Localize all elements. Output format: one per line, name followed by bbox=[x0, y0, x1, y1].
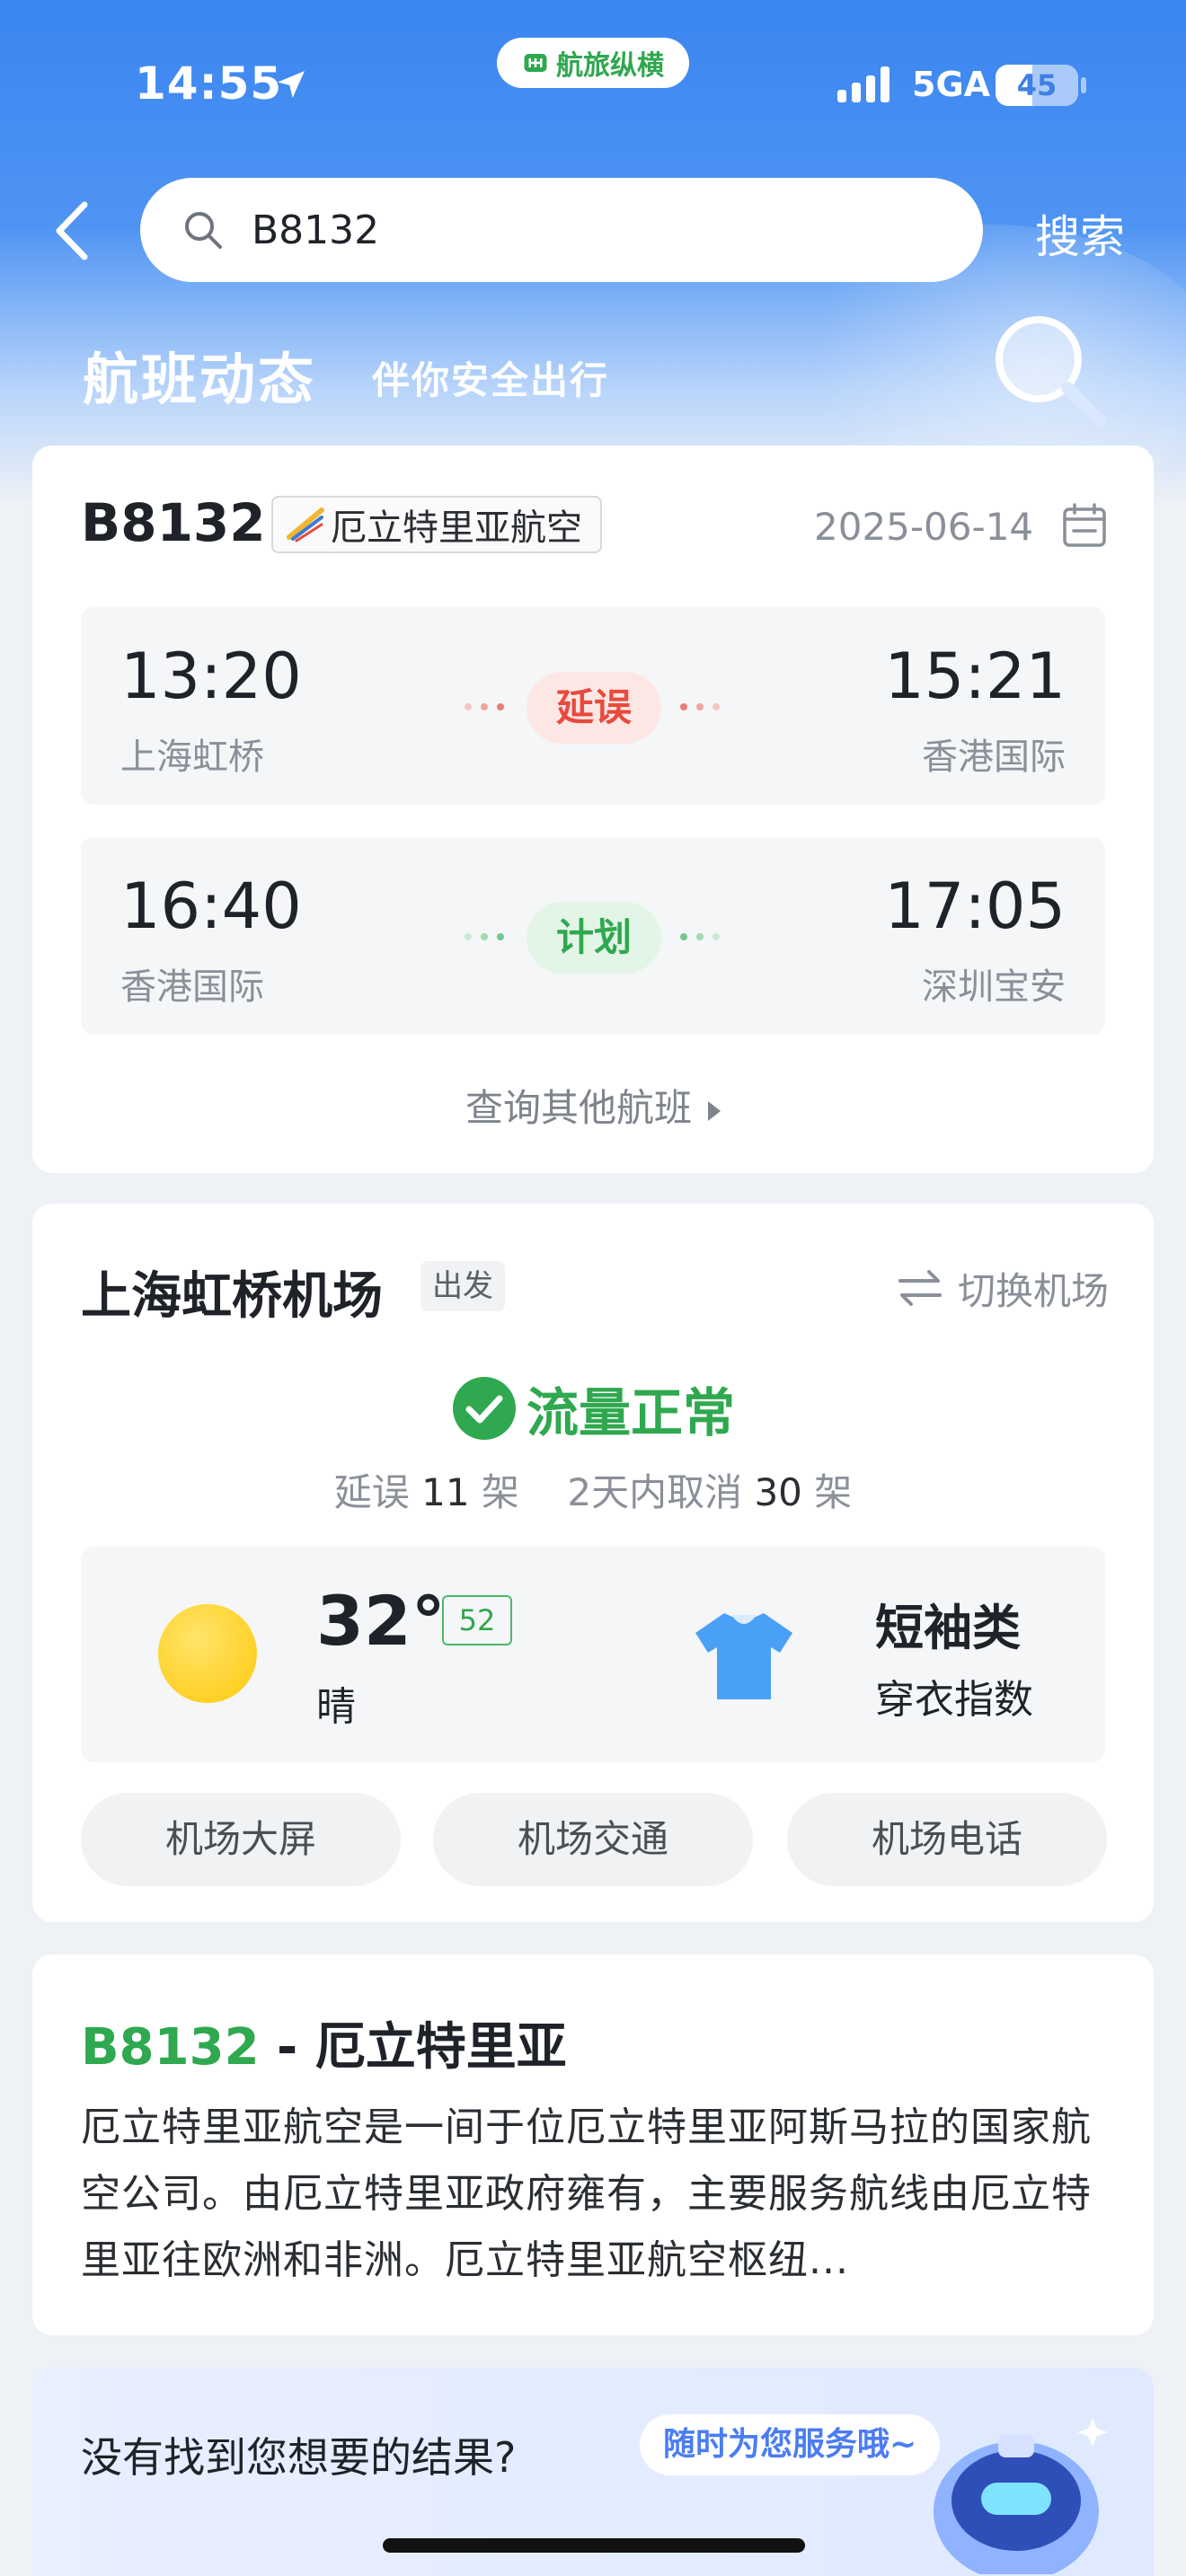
flight-segment[interactable]: 13:20 上海虹桥 延误 15:21 香港国际 bbox=[81, 607, 1105, 805]
arrival-time: 15:21 bbox=[884, 640, 1066, 713]
weather-panel: 32° 52 晴 短袖类 穿衣指数 bbox=[81, 1547, 1105, 1762]
check-circle-icon bbox=[452, 1377, 516, 1440]
info-country: 厄立特里亚 bbox=[314, 2018, 567, 2077]
departure-time: 13:20 bbox=[120, 640, 302, 713]
delay-prefix: 延误 bbox=[333, 1470, 410, 1514]
weather-condition: 晴 bbox=[316, 1684, 356, 1730]
flow-status: 流量正常 bbox=[32, 1371, 1154, 1446]
search-input[interactable] bbox=[252, 207, 881, 253]
location-arrow-icon bbox=[278, 71, 305, 98]
calendar-icon[interactable] bbox=[1060, 501, 1109, 550]
robot-icon bbox=[934, 2418, 1108, 2574]
temperature: 32° bbox=[316, 1581, 446, 1661]
airport-card: 上海虹桥机场 出发 切换机场 流量正常 延误 11 架 2天内取消 30 架 3… bbox=[32, 1204, 1154, 1922]
app-pill-label: 航旅纵横 bbox=[556, 50, 664, 82]
status-badge-delayed: 延误 bbox=[527, 672, 661, 744]
home-indicator[interactable] bbox=[383, 2538, 805, 2553]
battery-level: 45 bbox=[1016, 68, 1058, 102]
flight-card: B8132 厄立特里亚航空 2025-06-14 13:20 上海虹桥 延误 1… bbox=[32, 446, 1154, 1173]
switch-airport-button[interactable]: 切换机场 bbox=[958, 1261, 1109, 1316]
info-separator: - bbox=[259, 2018, 315, 2077]
route-dots bbox=[465, 933, 504, 940]
departure-time: 16:40 bbox=[120, 869, 302, 943]
airport-name: 上海虹桥机场 bbox=[81, 1267, 383, 1326]
clothing-type: 短袖类 bbox=[875, 1600, 1021, 1656]
status-time: 14:55 bbox=[135, 57, 283, 110]
flow-stats: 延误 11 架 2天内取消 30 架 bbox=[32, 1462, 1154, 1517]
flight-date[interactable]: 2025-06-14 bbox=[814, 505, 1033, 549]
airport-phone-button[interactable]: 机场电话 bbox=[787, 1793, 1107, 1886]
airport-screen-button[interactable]: 机场大屏 bbox=[81, 1793, 401, 1886]
app-logo-icon bbox=[524, 54, 547, 72]
caret-right-icon bbox=[708, 1100, 721, 1121]
airline-tag: 厄立特里亚航空 bbox=[271, 496, 602, 553]
shirt-icon bbox=[695, 1613, 792, 1699]
cancel-prefix: 2天内取消 bbox=[567, 1470, 743, 1514]
service-bubble: 随时为您服务哦~ bbox=[640, 2414, 941, 2475]
cancel-unit: 架 bbox=[814, 1470, 853, 1514]
info-flight-number: B8132 bbox=[81, 2018, 260, 2077]
search-icon bbox=[185, 212, 222, 249]
route-dots bbox=[465, 703, 504, 710]
clothing-index-label: 穿衣指数 bbox=[875, 1677, 1033, 1723]
query-other-flights-label: 查询其他航班 bbox=[465, 1086, 692, 1130]
switch-icon[interactable] bbox=[897, 1266, 943, 1310]
route-dots bbox=[680, 933, 720, 940]
delay-unit: 架 bbox=[481, 1470, 519, 1514]
delay-count: 11 bbox=[421, 1470, 470, 1514]
search-bar[interactable] bbox=[140, 178, 983, 282]
signal-icon bbox=[837, 66, 890, 102]
flow-status-label: 流量正常 bbox=[526, 1382, 735, 1443]
sun-icon bbox=[158, 1604, 257, 1703]
page-subtitle: 伴你安全出行 bbox=[372, 358, 610, 402]
arrival-airport: 深圳宝安 bbox=[922, 966, 1066, 1008]
airline-info-title: B8132 - 厄立特里亚 bbox=[81, 2007, 567, 2079]
aqi-badge: 52 bbox=[442, 1595, 512, 1645]
route-dots bbox=[680, 703, 720, 710]
back-icon[interactable] bbox=[50, 199, 92, 262]
cancel-count: 30 bbox=[754, 1470, 802, 1514]
status-badge-scheduled: 计划 bbox=[527, 902, 661, 974]
flight-segment[interactable]: 16:40 香港国际 计划 17:05 深圳宝安 bbox=[81, 837, 1105, 1035]
search-button[interactable]: 搜索 bbox=[1035, 201, 1125, 266]
magnifier-icon bbox=[996, 316, 1106, 427]
airline-description: 厄立特里亚航空是一间于位厄立特里亚阿斯马拉的国家航空公司。由厄立特里亚政府雍有，… bbox=[81, 2104, 1092, 2283]
network-type: 5GA bbox=[912, 65, 991, 104]
airline-logo-icon bbox=[287, 507, 324, 543]
departure-airport: 香港国际 bbox=[120, 966, 264, 1008]
departure-badge: 出发 bbox=[420, 1261, 505, 1311]
page-title: 航班动态 bbox=[83, 347, 317, 412]
airline-info-card[interactable]: B8132 - 厄立特里亚 厄立特里亚航空是一间于位厄立特里亚阿斯马拉的国家航空… bbox=[32, 1954, 1154, 2335]
battery-tip bbox=[1081, 77, 1086, 93]
not-found-question: 没有找到您想要的结果? bbox=[81, 2433, 517, 2482]
flight-number: B8132 bbox=[81, 492, 266, 553]
arrival-time: 17:05 bbox=[884, 869, 1066, 943]
query-other-flights-link[interactable]: 查询其他航班 bbox=[32, 1078, 1154, 1133]
airport-transport-button[interactable]: 机场交通 bbox=[433, 1793, 753, 1886]
arrival-airport: 香港国际 bbox=[922, 737, 1066, 778]
app-pill[interactable]: 航旅纵横 bbox=[497, 38, 689, 88]
battery-indicator: 45 bbox=[996, 65, 1078, 106]
status-bar: 14:55 航旅纵横 5GA 45 bbox=[0, 0, 1186, 171]
airline-name: 厄立特里亚航空 bbox=[331, 507, 582, 549]
departure-airport: 上海虹桥 bbox=[120, 737, 264, 778]
